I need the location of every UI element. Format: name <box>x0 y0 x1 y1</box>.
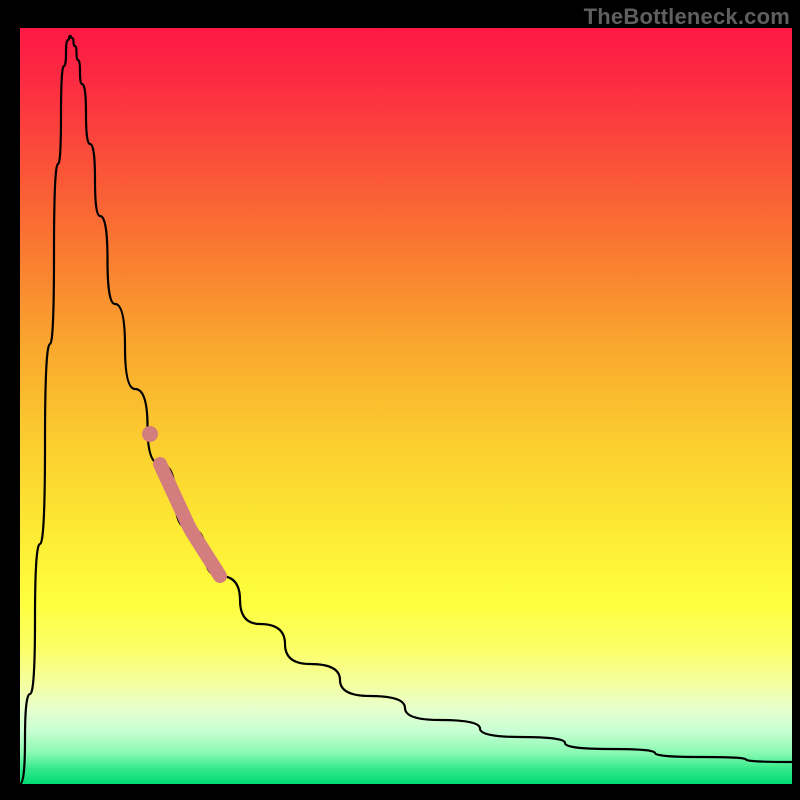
curve-layer <box>20 28 792 784</box>
thick-pink-segment <box>160 464 220 576</box>
watermark-label: TheBottleneck.com <box>584 4 790 30</box>
pink-dot-icon <box>142 426 158 442</box>
chart-frame: TheBottleneck.com <box>0 0 800 800</box>
plot-area <box>20 28 792 784</box>
bottleneck-curve <box>20 36 792 784</box>
